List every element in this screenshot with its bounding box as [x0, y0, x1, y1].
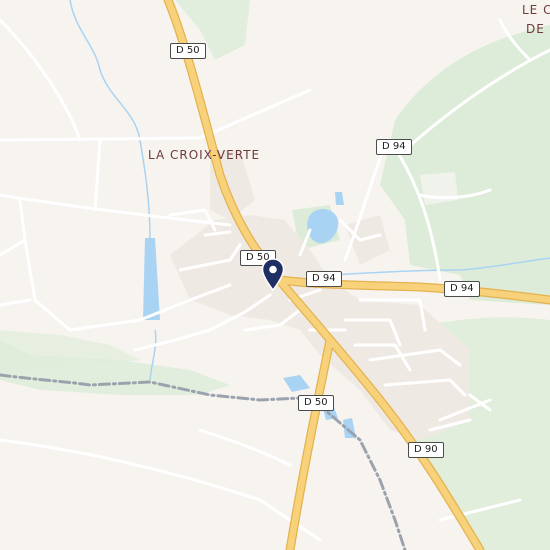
- field-green: [420, 172, 458, 205]
- road-shield-d94-north: D 94: [376, 139, 412, 155]
- corner-label-line2: DE: [526, 22, 545, 36]
- road-shield-d50-north: D 50: [170, 43, 206, 59]
- corner-label-line1: LE C: [522, 3, 550, 17]
- road-shield-d94-west: D 94: [306, 271, 342, 287]
- pin-shape: [261, 258, 285, 292]
- village-label: LA CROIX-VERTE: [148, 148, 261, 162]
- road-shield-d94-east: D 94: [444, 281, 480, 297]
- location-pin-icon[interactable]: [261, 258, 285, 292]
- map-canvas[interactable]: D 50 D 50 D 50 D 94 D 94 D 94 D 90 LA CR…: [0, 0, 550, 550]
- road-shield-d50-south: D 50: [298, 395, 334, 411]
- road-shield-d90: D 90: [408, 442, 444, 458]
